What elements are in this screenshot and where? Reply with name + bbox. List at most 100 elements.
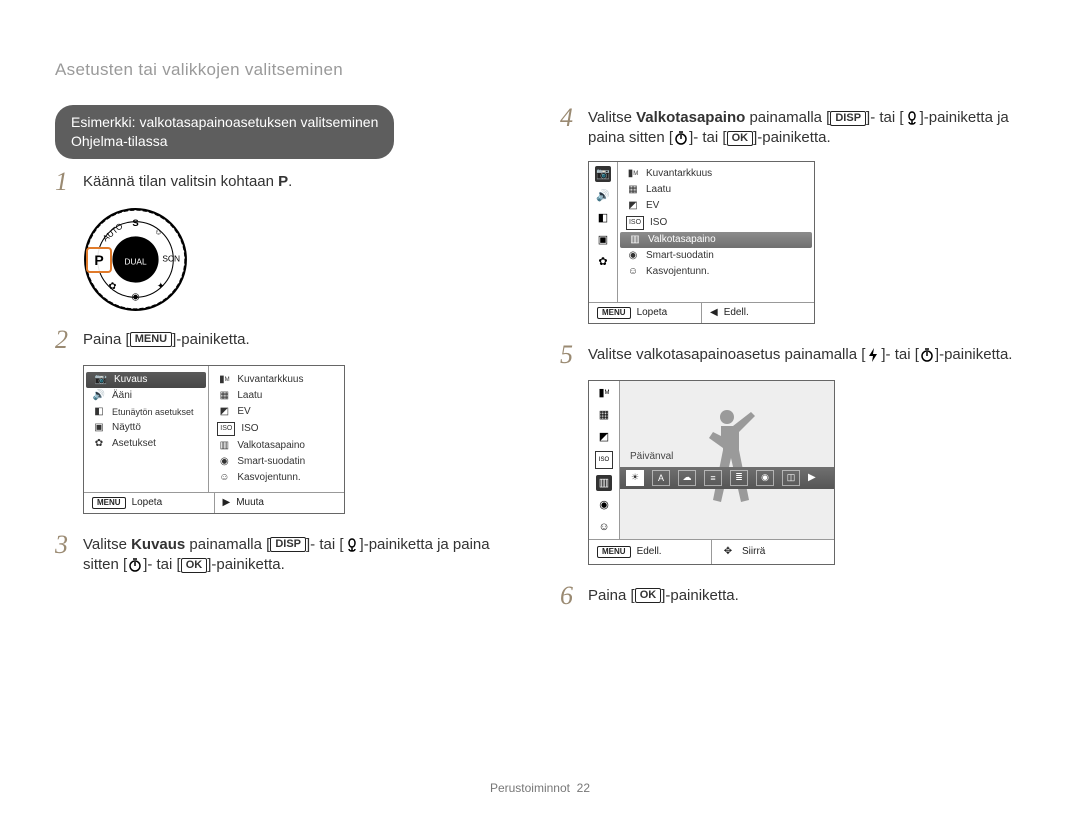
text: ]- tai [	[866, 109, 904, 126]
footer-right: ▶Muuta	[214, 493, 345, 513]
ok-key: OK	[635, 588, 662, 603]
camera-icon: 📷	[94, 374, 108, 386]
disp-key: DISP	[830, 111, 866, 126]
smart-filter-icon: ◉	[217, 456, 231, 468]
step-text: Paina [MENU]-painiketta.	[83, 327, 250, 350]
footer-label: Edell.	[724, 307, 749, 318]
list-item: ▥Valkotasapaino	[209, 438, 344, 454]
display-icon: ▣	[92, 422, 106, 434]
camera-icon: 📷	[595, 166, 611, 182]
svg-text:☺: ☺	[154, 226, 163, 236]
category-strip: ▮M ▦ ◩ ISO ▥ ◉ ☺	[589, 381, 620, 539]
quality-icon: ▦	[626, 184, 640, 196]
footer-right: ◀ Edell.	[701, 303, 814, 323]
item-label: Kasvojentunn.	[237, 472, 300, 483]
iso-icon: ISO	[217, 422, 235, 436]
text: Käännä tilan valitsin kohtaan	[83, 173, 278, 190]
svg-text:SCN: SCN	[162, 253, 180, 263]
text: painamalla [	[745, 109, 830, 126]
mode-p-indicator: P	[86, 247, 112, 273]
list-item: ▦Laatu	[618, 182, 814, 198]
text: Valitse	[83, 536, 131, 553]
smart-filter-icon: ◉	[626, 250, 640, 262]
wb-option-label: Päivänval	[630, 451, 673, 462]
step-text: Valitse valkotasapainoasetus painamalla …	[588, 342, 1012, 365]
item-label: Kuvantarkkuus	[237, 374, 303, 385]
footer-label: Edell.	[637, 546, 662, 557]
footer-left: MENULopeta	[84, 493, 214, 513]
tab-label: Ääni	[112, 390, 132, 401]
left-column: Esimerkki: valkotasapainoasetuksen valit…	[55, 105, 520, 621]
wb-custom-icon: ◫	[782, 470, 800, 486]
svg-text:✦: ✦	[157, 281, 165, 292]
list-item: ◉ Smart-suodatin	[209, 454, 344, 470]
menu-key: MENU	[597, 546, 631, 558]
step-number: 5	[560, 342, 578, 368]
ok-key: OK	[727, 131, 754, 146]
text: ]-painiketta.	[207, 556, 285, 573]
right-arrow-icon: ▶	[808, 472, 816, 483]
menu-tab-naytto: ▣Näyttö	[84, 420, 208, 436]
ev-icon: ◩	[596, 429, 612, 445]
panel-footer: MENULopeta ◀ Edell.	[589, 302, 814, 323]
menu-tab-etunaytto: ◧Etunäytön asetukset	[84, 404, 208, 420]
iso-icon: ISO	[595, 451, 613, 469]
item-label: Smart-suodatin	[646, 250, 714, 261]
menu-tab-aani: 🔊Ääni	[84, 388, 208, 404]
photosize-icon: ▮M	[217, 374, 231, 386]
text: ]- tai [	[689, 129, 727, 146]
footer-label: Lopeta	[637, 307, 668, 318]
display-icon: ▣	[595, 232, 611, 248]
photosize-icon: ▮M	[626, 168, 640, 180]
step-4: 4 Valitse Valkotasapaino painamalla [DIS…	[560, 105, 1025, 149]
item-label: Valkotasapaino	[648, 234, 716, 245]
bold-text: Valkotasapaino	[636, 109, 745, 126]
page-footer: Perustoiminnot 22	[0, 781, 1080, 795]
ok-key: OK	[181, 558, 208, 573]
menu-tab-asetukset: ✿Asetukset	[84, 436, 208, 452]
example-callout: Esimerkki: valkotasapainoasetuksen valit…	[55, 105, 394, 159]
footer-label: Siirrä	[742, 546, 765, 557]
footer-label: Muuta	[236, 497, 264, 508]
sound-icon: 🔊	[595, 188, 611, 204]
list-item: ◩EV	[209, 404, 344, 420]
mode-p-label: P	[278, 173, 288, 190]
menu-right-items: ▮MKuvantarkkuus ▦Laatu ◩EV ISOISO ▥Valko…	[209, 366, 344, 492]
wb-fluorescent-h-icon: ≡	[704, 470, 722, 486]
item-label: Smart-suodatin	[237, 456, 305, 467]
gear-icon: ✿	[92, 438, 106, 450]
text: .	[288, 173, 292, 190]
list-item: ▦Laatu	[209, 388, 344, 404]
item-label: EV	[646, 200, 659, 211]
mode-dial-illustration: DUAL S AUTO ☺ SCN ✦ ◉ ✿ P	[83, 207, 188, 312]
footer-right: ✥ Siirrä	[711, 540, 834, 564]
front-display-icon: ◧	[595, 210, 611, 226]
ev-icon: ◩	[217, 406, 231, 418]
front-display-icon: ◧	[92, 406, 106, 418]
step-1: 1 Käännä tilan valitsin kohtaan P.	[55, 169, 520, 195]
svg-text:✿: ✿	[108, 281, 116, 292]
disp-key: DISP	[270, 537, 306, 552]
step-3: 3 Valitse Kuvaus painamalla [DISP]- tai …	[55, 532, 520, 576]
smart-filter-icon: ◉	[596, 497, 612, 513]
text: Paina [	[83, 331, 130, 348]
step-number: 2	[55, 327, 73, 353]
left-arrow-icon: ◀	[710, 307, 718, 318]
four-way-icon: ✥	[720, 544, 736, 560]
text: ]-painiketta.	[935, 346, 1013, 363]
footer-left: MENU Edell.	[589, 540, 711, 564]
face-off-icon: ☺	[626, 266, 640, 278]
step-text: Paina [OK]-painiketta.	[588, 583, 739, 606]
item-label: Kuvantarkkuus	[646, 168, 712, 179]
wb-cloudy-icon: ☁	[678, 470, 696, 486]
item-label: Kasvojentunn.	[646, 266, 709, 277]
category-strip: 📷 🔊 ◧ ▣ ✿	[589, 162, 618, 302]
list-item: ▮M Kuvantarkkuus	[209, 372, 344, 388]
wb-daylight-icon: ☀	[626, 470, 644, 486]
footer-left: MENULopeta	[589, 303, 701, 323]
wb-icon: ▥	[628, 234, 642, 246]
timer-icon	[919, 347, 935, 363]
text: Paina [	[588, 587, 635, 604]
step-text: Valitse Kuvaus painamalla [DISP]- tai []…	[83, 532, 520, 576]
text: ]-painiketta.	[753, 129, 831, 146]
